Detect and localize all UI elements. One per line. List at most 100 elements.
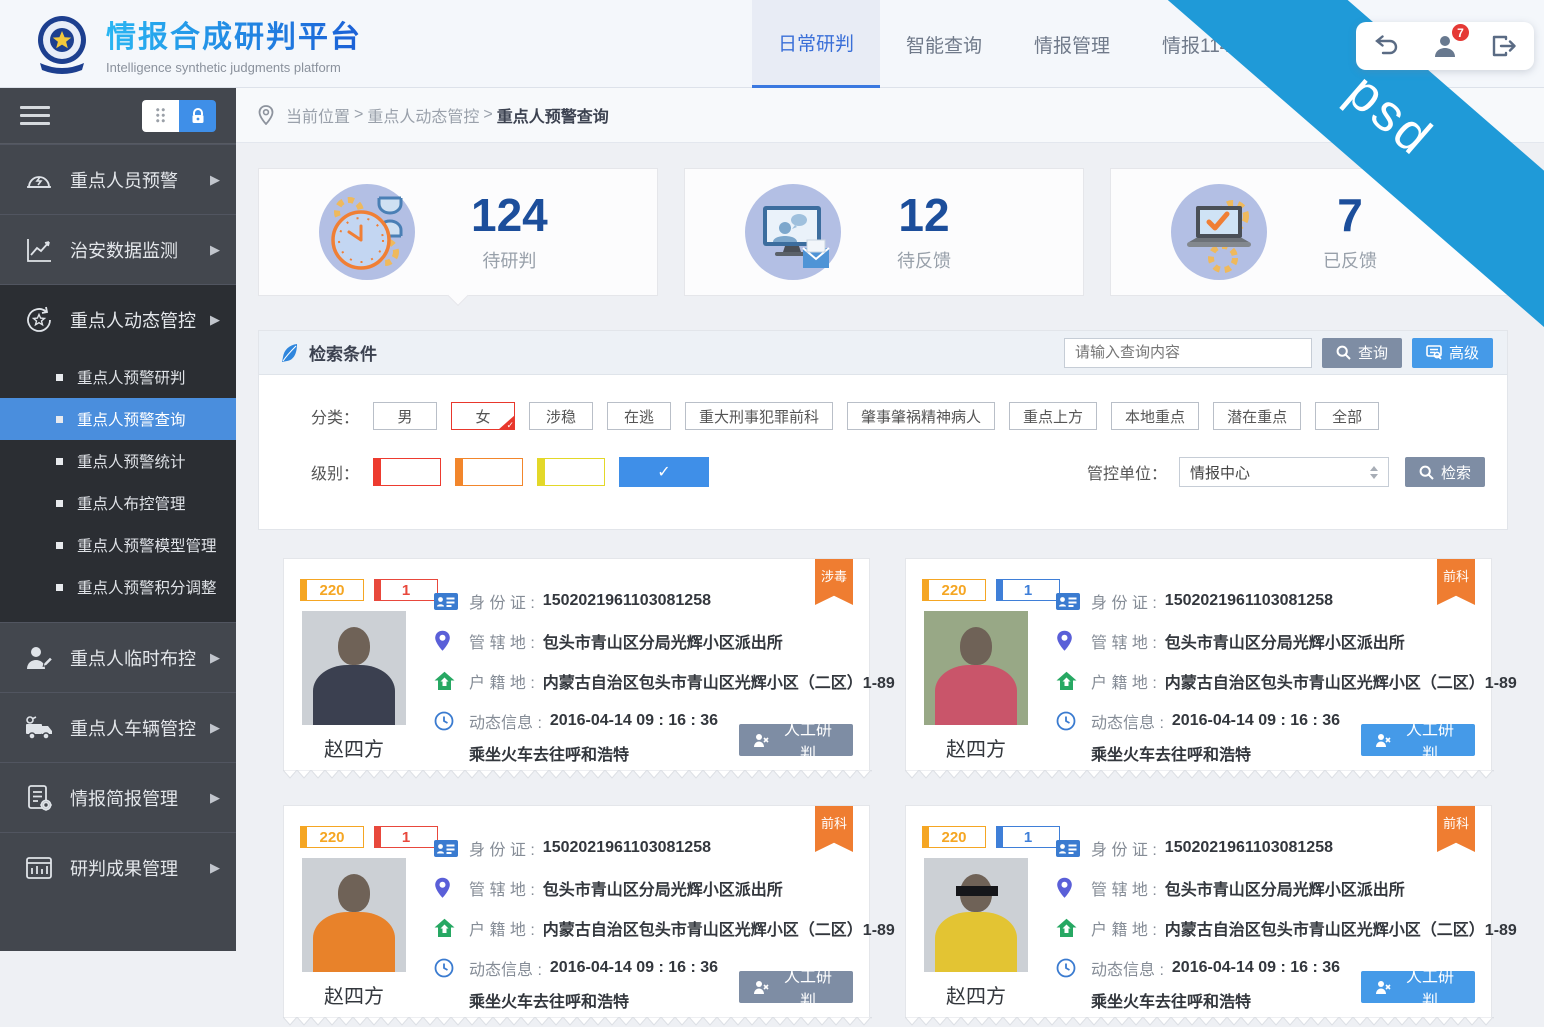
- menu-toggle-button[interactable]: [20, 106, 50, 125]
- manual-judgment-button[interactable]: 人工研判: [1361, 971, 1475, 1003]
- sidebar-item-label: 重点人临时布控: [70, 645, 196, 671]
- sidebar-item-temporary-control[interactable]: 重点人临时布控 ▶: [0, 622, 236, 692]
- psd-label: psd: [1335, 62, 1444, 168]
- sidebar-topbar: [0, 88, 236, 144]
- alert-badge: 1: [374, 579, 438, 601]
- sidebar-item-key-person-dynamic-control[interactable]: 重点人动态管控 ▶: [0, 284, 236, 354]
- person-check-icon: [1375, 733, 1392, 748]
- location-icon: [434, 630, 458, 652]
- category-fugitive[interactable]: 在逃: [607, 402, 671, 430]
- dynamic-control-icon: [24, 305, 54, 335]
- select-arrows-icon: [1370, 466, 1378, 479]
- category-stability[interactable]: 涉稳: [529, 402, 593, 430]
- category-all[interactable]: 全部: [1315, 402, 1379, 430]
- person-name: 赵四方: [924, 980, 1028, 1009]
- sidebar-subitem-warning-statistics[interactable]: 重点人预警统计: [0, 440, 236, 482]
- police-badge-logo: [34, 13, 90, 75]
- person-card: 涉毒 220 1 赵四方 身 份 证 :1502021961103081258 …: [283, 558, 870, 770]
- location-pin-icon: [258, 105, 274, 125]
- level-red[interactable]: [373, 458, 441, 486]
- selected-card-notch: [447, 285, 468, 306]
- bullet-icon: [56, 416, 63, 423]
- level-blue-selected[interactable]: ✓: [619, 457, 709, 487]
- sidebar-item-briefing-management[interactable]: 情报简报管理 ▶: [0, 762, 236, 832]
- advanced-button[interactable]: 高级: [1412, 338, 1493, 368]
- person-card: 前科 220 1 赵四方 身 份 证 :1502021961103081258 …: [905, 805, 1492, 1017]
- sidebar-item-key-person-warning[interactable]: 重点人员预警 ▶: [0, 144, 236, 214]
- search-button[interactable]: 检索: [1405, 457, 1485, 487]
- sidebar-item-vehicle-control[interactable]: 重点人车辆管控 ▶: [0, 692, 236, 762]
- home-icon: [434, 917, 458, 939]
- clock-icon: [434, 710, 458, 732]
- clock-icon: [434, 957, 458, 979]
- category-key-upper[interactable]: 重点上方: [1009, 402, 1097, 430]
- tab-daily-judgment[interactable]: 日常研判: [752, 0, 880, 88]
- category-mental-illness[interactable]: 肇事肇祸精神病人: [847, 402, 995, 430]
- sidebar-item-label: 重点人动态管控: [70, 307, 196, 333]
- stat-card-pending-feedback[interactable]: 12 待反馈: [684, 168, 1084, 296]
- sidebar-subitem-score-adjustment[interactable]: 重点人预警积分调整: [0, 566, 236, 608]
- person-check-icon: [753, 733, 770, 748]
- category-male[interactable]: 男: [373, 402, 437, 430]
- stat-label: 待反馈: [897, 247, 951, 273]
- breadcrumb-parent[interactable]: 重点人动态管控: [367, 103, 479, 127]
- breadcrumb-prefix: 当前位置: [286, 103, 350, 127]
- category-potential-key[interactable]: 潜在重点: [1213, 402, 1301, 430]
- stat-card-pending-judgment[interactable]: 124 待研判: [258, 168, 658, 296]
- brand: 情报合成研判平台 Intelligence synthetic judgment…: [34, 12, 362, 75]
- user-button[interactable]: 7: [1429, 30, 1461, 62]
- bullet-icon: [56, 542, 63, 549]
- query-button[interactable]: 查询: [1322, 338, 1402, 368]
- person-photo: [924, 858, 1028, 972]
- category-filter-row: 分类： 男 女 涉稳 在逃 重大刑事犯罪前科 肇事肇祸精神病人 重点上方 本地重…: [287, 402, 1485, 430]
- score-badge: 220: [300, 579, 364, 601]
- category-label: 分类：: [287, 404, 359, 428]
- location-icon: [1056, 877, 1080, 899]
- notification-badge: 7: [1450, 22, 1471, 43]
- check-icon: ✓: [657, 462, 670, 482]
- stat-label: 待研判: [482, 247, 536, 273]
- person-name: 赵四方: [302, 980, 406, 1009]
- app-title: 情报合成研判平台: [106, 12, 362, 56]
- manual-judgment-button[interactable]: 人工研判: [739, 724, 853, 756]
- person-card: 前科 220 1 赵四方 身 份 证 :1502021961103081258 …: [283, 805, 870, 1017]
- score-badge: 220: [922, 826, 986, 848]
- feather-icon: [281, 343, 299, 363]
- chevron-right-icon: ▶: [210, 172, 220, 188]
- manual-judgment-button[interactable]: 人工研判: [739, 971, 853, 1003]
- tab-intel-management[interactable]: 情报管理: [1008, 0, 1136, 88]
- undo-button[interactable]: [1370, 30, 1402, 62]
- vehicle-icon: [24, 713, 54, 743]
- chevron-right-icon: ▶: [210, 242, 220, 258]
- location-icon: [1056, 630, 1080, 652]
- unit-select[interactable]: 情报中心: [1179, 457, 1389, 487]
- location-icon: [434, 877, 458, 899]
- manual-judgment-button[interactable]: 人工研判: [1361, 724, 1475, 756]
- sidebar-pin-toggle[interactable]: [142, 100, 216, 132]
- home-icon: [1056, 917, 1080, 939]
- sidebar-subitem-warning-query[interactable]: 重点人预警查询: [0, 398, 236, 440]
- category-female[interactable]: 女: [451, 402, 515, 430]
- tab-smart-query[interactable]: 智能查询: [880, 0, 1008, 88]
- clock-hourglass-icon: [319, 184, 415, 280]
- zigzag-edge: [905, 1017, 1494, 1027]
- sidebar-item-label: 治安数据监测: [70, 237, 178, 263]
- line-chart-icon: [24, 235, 54, 265]
- level-yellow[interactable]: [537, 458, 605, 486]
- id-card-icon: [434, 837, 458, 859]
- sidebar-item-judgment-results[interactable]: 研判成果管理 ▶: [0, 832, 236, 902]
- sidebar-subitem-warning-judgment[interactable]: 重点人预警研判: [0, 356, 236, 398]
- sidebar-subitem-control-management[interactable]: 重点人布控管理: [0, 482, 236, 524]
- category-local-key[interactable]: 本地重点: [1111, 402, 1199, 430]
- chevron-right-icon: ▶: [210, 860, 220, 876]
- sidebar-subitem-model-management[interactable]: 重点人预警模型管理: [0, 524, 236, 566]
- bullet-icon: [56, 584, 63, 591]
- logout-button[interactable]: [1488, 30, 1520, 62]
- panel-header: 检索条件 查询 高级: [259, 331, 1507, 375]
- level-orange[interactable]: [455, 458, 523, 486]
- alert-badge: 1: [996, 826, 1060, 848]
- id-card-icon: [434, 590, 458, 612]
- search-input[interactable]: [1064, 338, 1312, 368]
- sidebar-item-security-data-monitor[interactable]: 治安数据监测 ▶: [0, 214, 236, 284]
- category-major-crime[interactable]: 重大刑事犯罪前科: [685, 402, 833, 430]
